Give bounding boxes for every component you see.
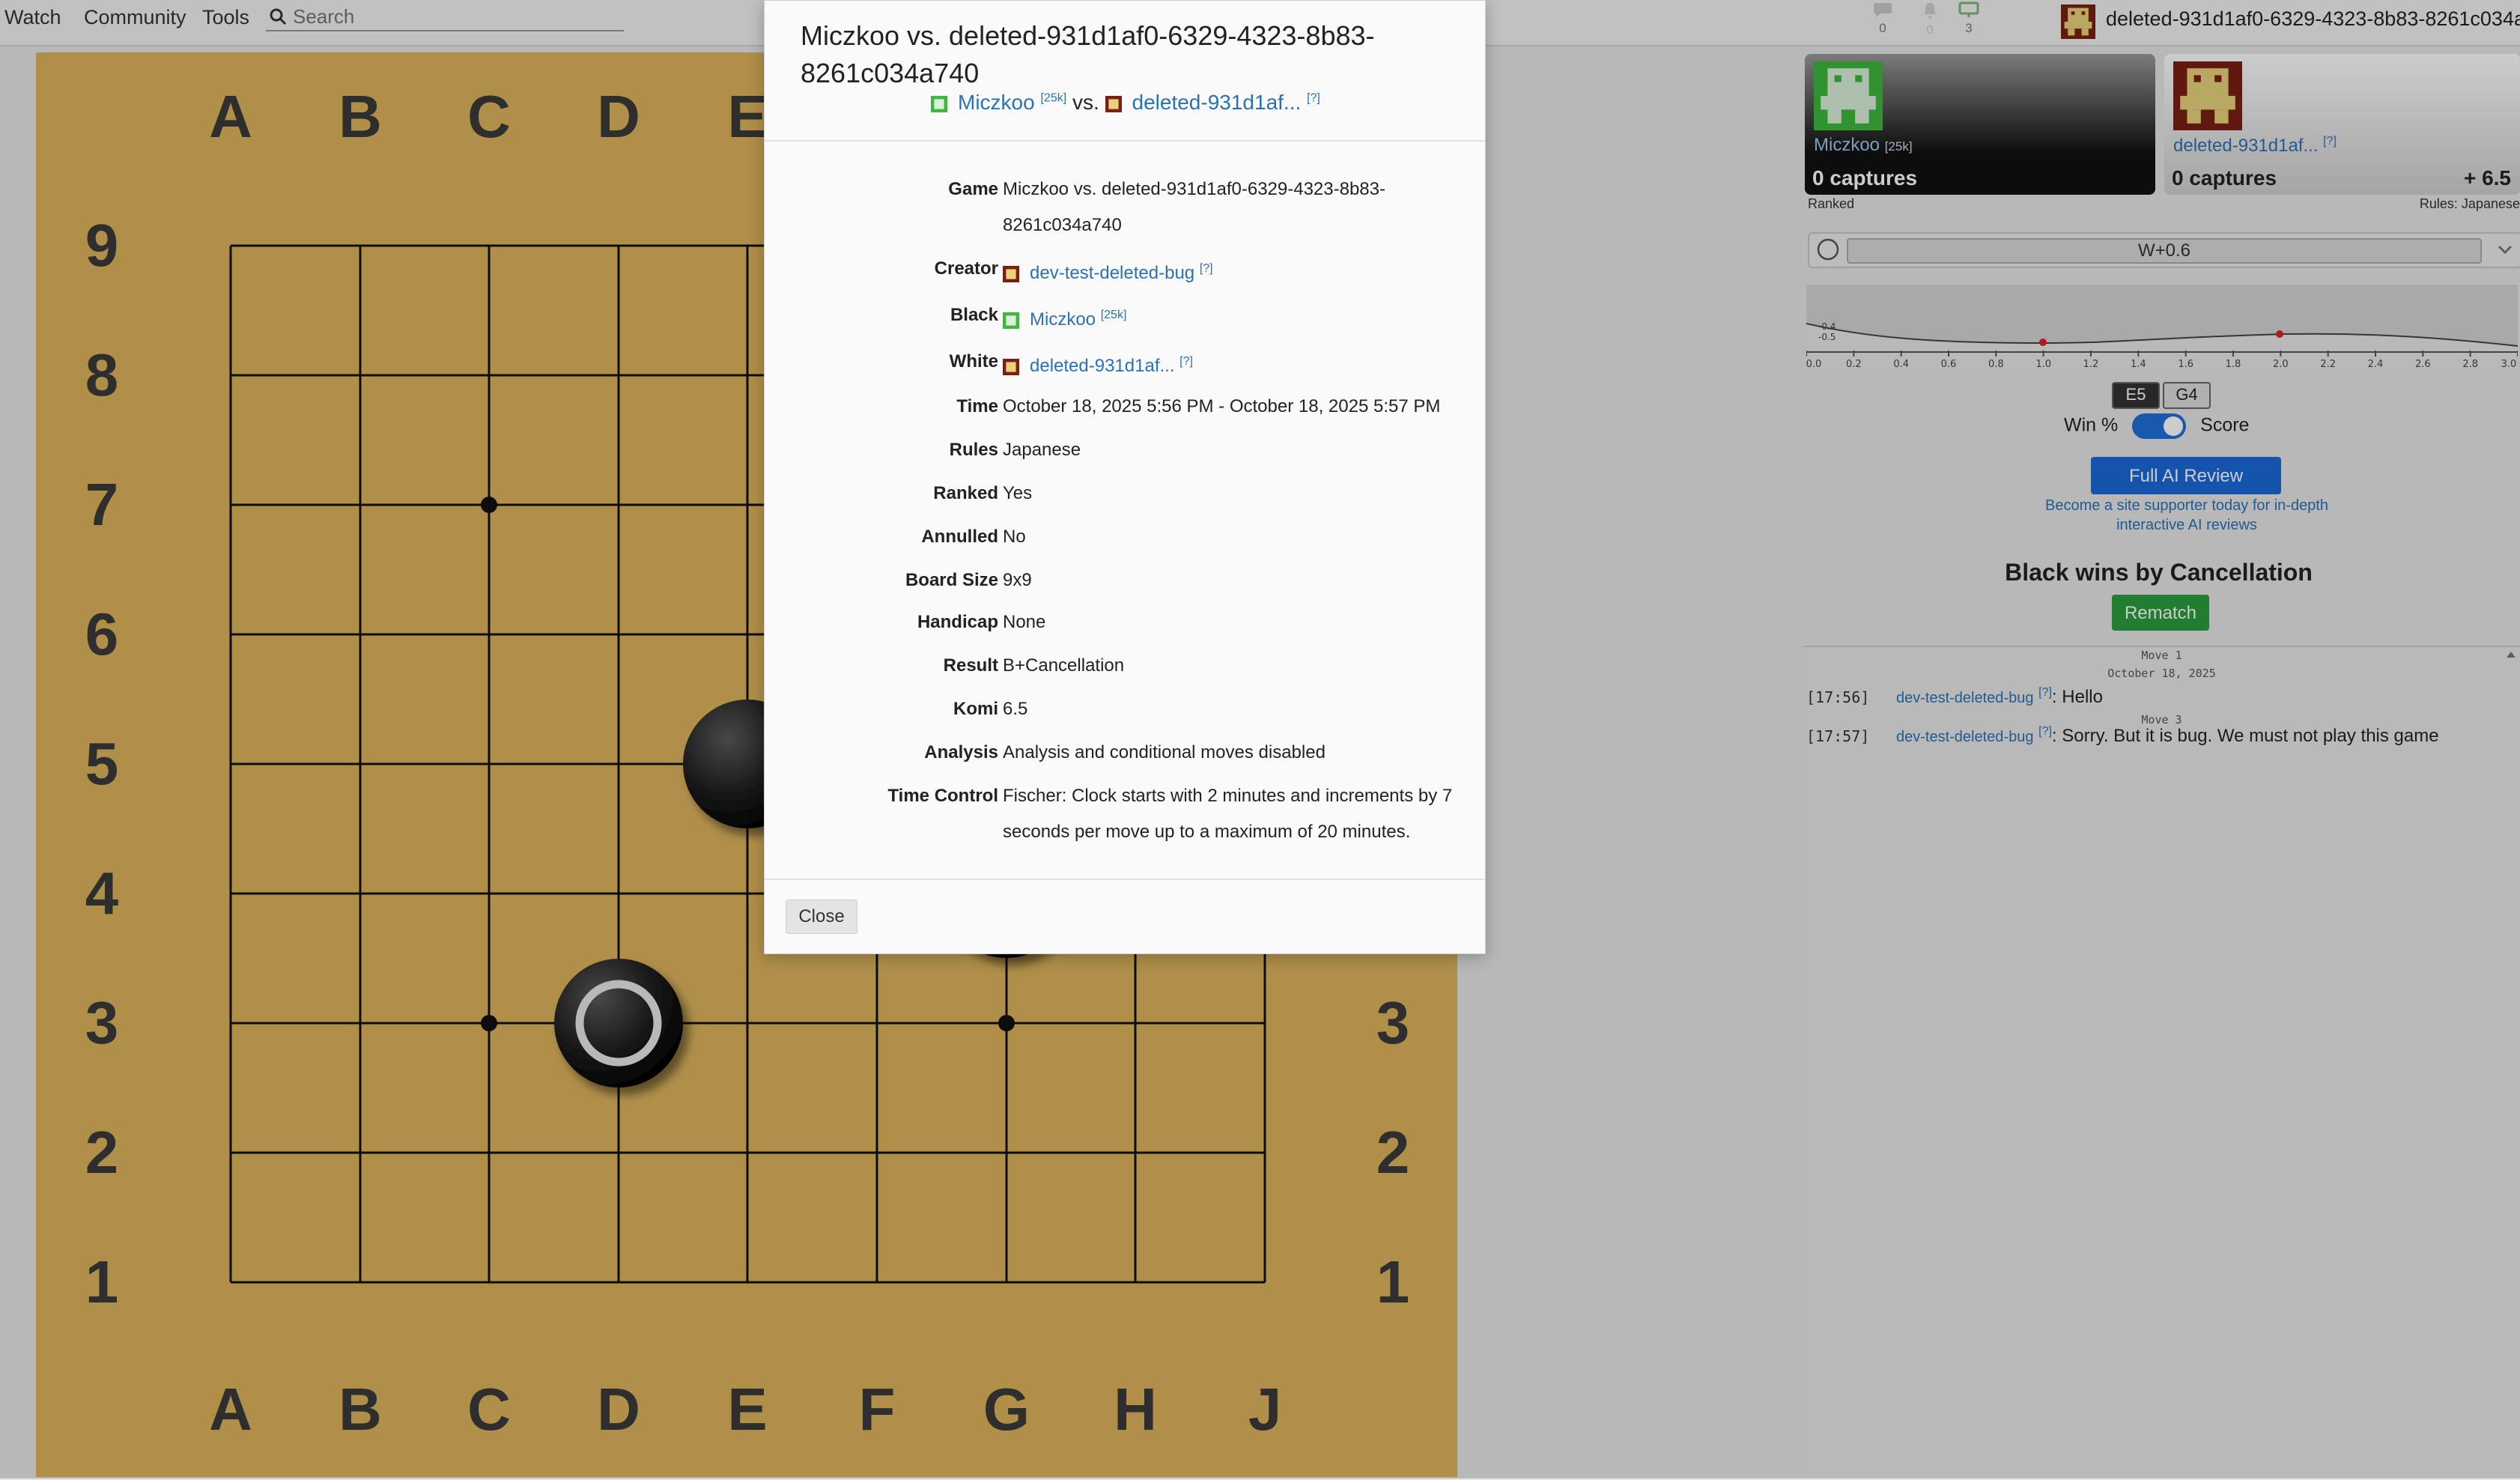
black-avatar: [1003, 312, 1019, 329]
white-player-mini-avatar: [1105, 95, 1122, 112]
creator-avatar: [1003, 265, 1019, 282]
modal-players-line: Miczkoo [25k] vs. deleted-931d1af... [?]: [931, 91, 1320, 115]
modal-footer-divider: [765, 879, 1485, 880]
white-link[interactable]: deleted-931d1af...: [1030, 356, 1175, 376]
modal-divider: [765, 140, 1485, 142]
modal-title: Miczkoo vs. deleted-931d1af0-6329-4323-8…: [801, 20, 1375, 88]
black-player-mini-avatar: [931, 95, 947, 112]
game-info-modal: Miczkoo vs. deleted-931d1af0-6329-4323-8…: [764, 0, 1486, 954]
creator-link[interactable]: dev-test-deleted-bug: [1030, 263, 1194, 283]
close-button[interactable]: Close: [786, 900, 857, 934]
modal-white-link[interactable]: deleted-931d1af...: [1132, 91, 1302, 114]
white-avatar: [1003, 358, 1019, 375]
black-link[interactable]: Miczkoo: [1030, 309, 1096, 330]
modal-black-link[interactable]: Miczkoo: [958, 91, 1035, 114]
